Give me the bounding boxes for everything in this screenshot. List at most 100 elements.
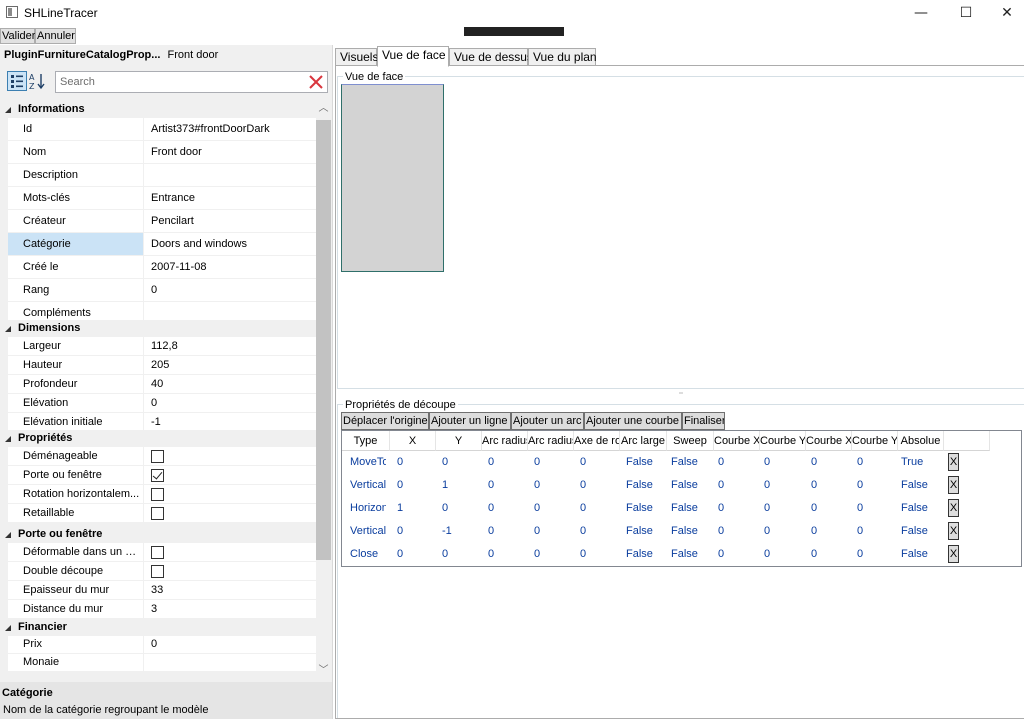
- property-value[interactable]: 2007-11-08: [151, 256, 206, 278]
- scroll-down-icon[interactable]: ﹀: [316, 663, 331, 678]
- category-informations[interactable]: Informations: [0, 101, 316, 118]
- grid-cell[interactable]: False: [671, 522, 711, 540]
- category-financier[interactable]: Financier: [0, 619, 316, 636]
- grid-cell[interactable]: 0: [811, 522, 851, 540]
- collapse-triangle-icon[interactable]: [5, 326, 11, 332]
- property-row-elevation[interactable]: Elévation 0: [8, 394, 316, 413]
- grid-cell[interactable]: 0: [580, 545, 620, 563]
- grid-cell[interactable]: 0: [718, 476, 758, 494]
- property-value[interactable]: 33: [151, 581, 163, 599]
- grid-cell[interactable]: 0: [718, 453, 758, 471]
- collapse-triangle-icon[interactable]: [5, 532, 11, 538]
- grid-cell[interactable]: MoveTo: [350, 453, 386, 471]
- delete-row-button[interactable]: X: [948, 476, 959, 494]
- cut-button-ajouter-un-arc[interactable]: Ajouter un arc: [511, 412, 584, 430]
- property-value[interactable]: 0: [151, 279, 157, 301]
- property-row-profondeur[interactable]: Profondeur 40: [8, 375, 316, 394]
- grid-cell[interactable]: 0: [764, 499, 804, 517]
- validate-button[interactable]: Valider: [0, 28, 35, 44]
- property-checkbox[interactable]: [151, 469, 164, 482]
- property-row-retaillable[interactable]: Retaillable: [8, 504, 316, 523]
- column-header[interactable]: Sweep: [667, 431, 714, 451]
- column-header[interactable]: Arc radius: [482, 431, 528, 451]
- column-header[interactable]: Courbe X: [714, 431, 760, 451]
- grid-cell[interactable]: 0: [764, 522, 804, 540]
- grid-cell[interactable]: 0: [718, 545, 758, 563]
- grid-cell[interactable]: Horizontal: [350, 499, 386, 517]
- tab-vue-de-dessus[interactable]: Vue de dessus: [449, 48, 533, 66]
- column-header[interactable]: Courbe X: [806, 431, 852, 451]
- categorized-sort-icon[interactable]: [7, 71, 27, 91]
- grid-cell[interactable]: False: [901, 522, 941, 540]
- grid-cell[interactable]: 0: [488, 522, 528, 540]
- grid-cell[interactable]: 0: [857, 545, 897, 563]
- maximize-button[interactable]: ☐: [949, 2, 983, 24]
- property-value[interactable]: 112,8: [151, 337, 178, 355]
- grid-cell[interactable]: False: [626, 476, 666, 494]
- grid-cell[interactable]: True: [901, 453, 941, 471]
- tab-visuels[interactable]: Visuels: [335, 48, 378, 66]
- door-shape[interactable]: [341, 84, 444, 272]
- property-row-cree-le[interactable]: Créé le 2007-11-08: [8, 256, 316, 279]
- property-row-deformable-dans-un-m[interactable]: Déformable dans un m...: [8, 543, 316, 562]
- property-value[interactable]: 0: [151, 636, 157, 653]
- grid-cell[interactable]: -1: [442, 522, 482, 540]
- property-row-categorie[interactable]: Catégorie Doors and windows: [8, 233, 316, 256]
- search-input[interactable]: [60, 75, 300, 89]
- property-row-hauteur[interactable]: Hauteur 205: [8, 356, 316, 375]
- grid-cell[interactable]: 0: [534, 545, 574, 563]
- property-row-distance-du-mur[interactable]: Distance du mur 3: [8, 600, 316, 619]
- column-header[interactable]: Courbe Y: [760, 431, 806, 451]
- delete-row-button[interactable]: X: [948, 545, 959, 563]
- property-value[interactable]: Artist373#frontDoorDark: [151, 118, 270, 140]
- grid-cell[interactable]: 0: [488, 453, 528, 471]
- scroll-up-icon[interactable]: ︿: [316, 101, 331, 116]
- delete-row-button[interactable]: X: [948, 522, 959, 540]
- grid-cell[interactable]: 0: [442, 453, 482, 471]
- property-row-description[interactable]: Description: [8, 164, 316, 187]
- grid-cell[interactable]: 0: [764, 453, 804, 471]
- cut-button-deplacer-l-origine[interactable]: Déplacer l'origine: [341, 412, 429, 430]
- grid-cell[interactable]: 0: [580, 453, 620, 471]
- property-value[interactable]: -1: [151, 413, 161, 431]
- tab-vue-de-face[interactable]: Vue de face: [377, 46, 449, 67]
- property-checkbox[interactable]: [151, 450, 164, 463]
- grid-cell[interactable]: 0: [534, 476, 574, 494]
- grid-cell[interactable]: 1: [442, 476, 482, 494]
- grid-cell[interactable]: 0: [397, 522, 437, 540]
- property-row-createur[interactable]: Créateur Pencilart: [8, 210, 316, 233]
- property-row-double-decoupe[interactable]: Double découpe: [8, 562, 316, 581]
- grid-cell[interactable]: 0: [718, 522, 758, 540]
- column-header[interactable]: X: [390, 431, 436, 451]
- grid-cell[interactable]: 0: [857, 476, 897, 494]
- delete-row-button[interactable]: X: [948, 499, 959, 517]
- grid-cell[interactable]: 0: [442, 499, 482, 517]
- grid-cell[interactable]: 0: [811, 453, 851, 471]
- cut-button-ajouter-une-courbe[interactable]: Ajouter une courbe: [584, 412, 682, 430]
- grid-cell[interactable]: False: [901, 499, 941, 517]
- splitter-handle[interactable]: [679, 392, 683, 394]
- property-value[interactable]: Front door: [151, 141, 202, 163]
- grid-cell[interactable]: Vertical: [350, 476, 386, 494]
- collapse-triangle-icon[interactable]: [5, 107, 11, 113]
- grid-cell[interactable]: 0: [488, 476, 528, 494]
- grid-cell[interactable]: 0: [580, 522, 620, 540]
- grid-cell[interactable]: 0: [534, 453, 574, 471]
- tab-vue-du-plan[interactable]: Vue du plan: [528, 48, 597, 66]
- grid-cell[interactable]: False: [626, 545, 666, 563]
- property-row-largeur[interactable]: Largeur 112,8: [8, 337, 316, 356]
- category-proprietes[interactable]: Propriétés: [0, 430, 316, 447]
- property-row-rotation-horizontalem[interactable]: Rotation horizontalem...: [8, 485, 316, 504]
- property-row-epaisseur-du-mur[interactable]: Epaisseur du mur 33: [8, 581, 316, 600]
- property-row-demenageable[interactable]: Déménageable: [8, 447, 316, 466]
- grid-cell[interactable]: False: [671, 499, 711, 517]
- grid-cell[interactable]: False: [671, 453, 711, 471]
- grid-cell[interactable]: 0: [811, 476, 851, 494]
- property-value[interactable]: Doors and windows: [151, 233, 247, 255]
- column-header[interactable]: Absolue: [898, 431, 944, 451]
- grid-cell[interactable]: 0: [857, 499, 897, 517]
- property-value[interactable]: 40: [151, 375, 163, 393]
- grid-cell[interactable]: 0: [534, 499, 574, 517]
- property-row-mots-cles[interactable]: Mots-clés Entrance: [8, 187, 316, 210]
- property-checkbox[interactable]: [151, 565, 164, 578]
